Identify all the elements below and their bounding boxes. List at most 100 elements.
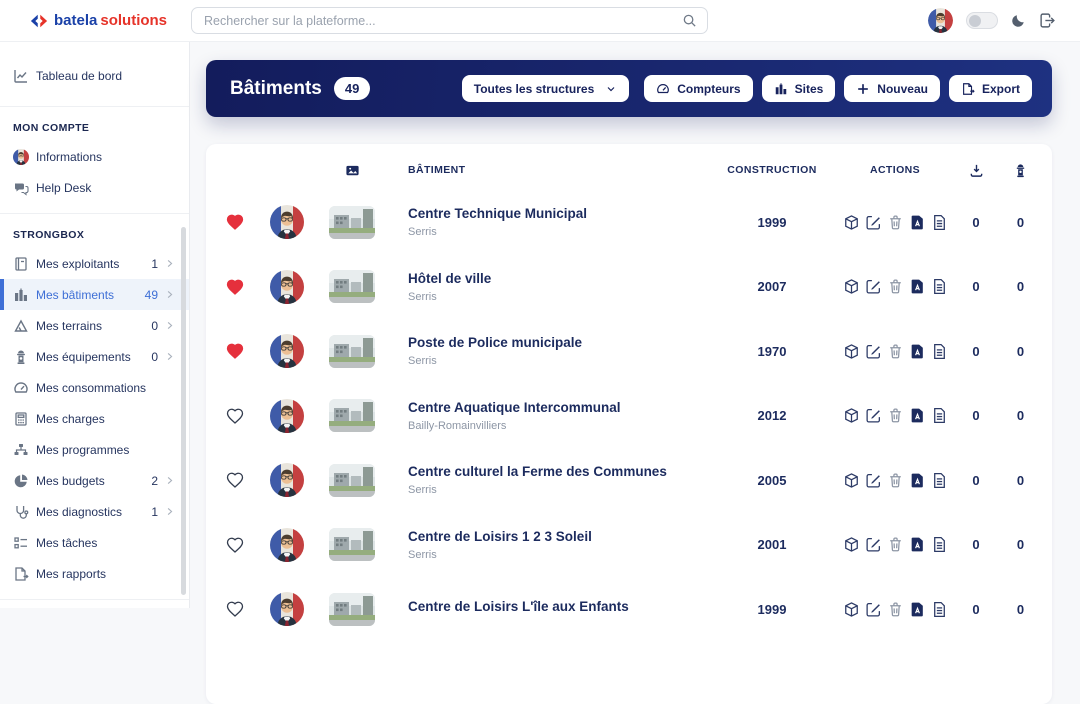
moon-icon[interactable]	[1011, 13, 1026, 28]
trash-icon[interactable]	[887, 472, 904, 489]
building-name[interactable]: Centre Aquatique Intercommunal	[408, 400, 717, 415]
sidebar-item-label: Informations	[36, 150, 102, 164]
cube-icon[interactable]	[843, 214, 860, 231]
sidebar-item-help-desk[interactable]: Help Desk	[0, 172, 189, 203]
search-icon[interactable]	[682, 13, 697, 28]
building-city: Serris	[408, 549, 717, 561]
favorite-button[interactable]	[225, 278, 245, 296]
header-button-compteurs[interactable]: Compteurs	[644, 75, 752, 102]
sidebar-item-mes-taches[interactable]: Mes tâches	[0, 527, 189, 558]
manager-avatar	[264, 205, 310, 239]
building-photo[interactable]	[310, 528, 394, 561]
cube-icon[interactable]	[843, 472, 860, 489]
sidebar-item-mes-rapports[interactable]: Mes rapports	[0, 558, 189, 589]
favorite-button[interactable]	[225, 600, 245, 618]
building-photo[interactable]	[310, 593, 394, 626]
theme-toggle[interactable]	[966, 12, 998, 29]
table-row: Centre culturel la Ferme des Communes Se…	[206, 448, 1052, 513]
favorite-button[interactable]	[225, 471, 245, 489]
trash-icon[interactable]	[887, 601, 904, 618]
trash-icon[interactable]	[887, 278, 904, 295]
sidebar-item-mes-terrains[interactable]: Mes terrains 0	[0, 310, 189, 341]
hydrant-icon[interactable]	[1013, 163, 1028, 178]
search-input[interactable]	[202, 13, 682, 29]
row-actions	[827, 472, 963, 489]
building-photo[interactable]	[310, 464, 394, 497]
building-name[interactable]: Poste de Police municipale	[408, 335, 717, 350]
sidebar-item-mes-consommations[interactable]: Mes consommations	[0, 372, 189, 403]
building-name[interactable]: Centre culturel la Ferme des Communes	[408, 464, 717, 479]
building-photo[interactable]	[310, 399, 394, 432]
sidebar-item-mes-equipements[interactable]: Mes équipements 0	[0, 341, 189, 372]
edit-icon[interactable]	[865, 343, 882, 360]
sidebar-item-mes-programmes[interactable]: Mes programmes	[0, 434, 189, 465]
edit-icon[interactable]	[865, 278, 882, 295]
cube-icon[interactable]	[843, 536, 860, 553]
sidebar-item-mes-diagnostics[interactable]: Mes diagnostics 1	[0, 496, 189, 527]
column-batiment[interactable]: BÂTIMENT	[394, 164, 717, 176]
page-title: Bâtiments 49	[230, 77, 370, 100]
cube-icon[interactable]	[843, 343, 860, 360]
pdf-icon[interactable]	[909, 407, 926, 424]
favorite-button[interactable]	[225, 342, 245, 360]
pdf-icon[interactable]	[909, 601, 926, 618]
document-icon[interactable]	[931, 536, 948, 553]
pdf-icon[interactable]	[909, 536, 926, 553]
brand-logo[interactable]: batelasolutions	[30, 12, 167, 29]
sidebar-item-informations[interactable]: Informations	[0, 141, 189, 172]
cube-icon[interactable]	[843, 278, 860, 295]
sidebar-scrollbar[interactable]	[181, 227, 186, 595]
pdf-icon[interactable]	[909, 214, 926, 231]
building-photo[interactable]	[310, 270, 394, 303]
header-button-icon	[656, 82, 670, 96]
logout-icon[interactable]	[1039, 12, 1056, 29]
cube-icon[interactable]	[843, 407, 860, 424]
document-icon[interactable]	[931, 343, 948, 360]
favorite-button[interactable]	[225, 213, 245, 231]
pdf-icon[interactable]	[909, 472, 926, 489]
document-icon[interactable]	[931, 601, 948, 618]
building-name[interactable]: Centre Technique Municipal	[408, 206, 717, 221]
structures-filter-dropdown[interactable]: Toutes les structures	[462, 75, 629, 102]
document-icon[interactable]	[931, 278, 948, 295]
document-icon[interactable]	[931, 407, 948, 424]
document-icon[interactable]	[931, 472, 948, 489]
building-name[interactable]: Centre de Loisirs 1 2 3 Soleil	[408, 529, 717, 544]
edit-icon[interactable]	[865, 601, 882, 618]
header-button-sites[interactable]: Sites	[762, 75, 836, 102]
building-photo[interactable]	[310, 206, 394, 239]
pdf-icon[interactable]	[909, 278, 926, 295]
pdf-icon[interactable]	[909, 343, 926, 360]
sidebar-item-tableau-de-bord[interactable]: Tableau de bord	[0, 56, 189, 96]
building-photo[interactable]	[310, 335, 394, 368]
trash-icon[interactable]	[887, 536, 904, 553]
favorite-button[interactable]	[225, 536, 245, 554]
document-icon[interactable]	[931, 214, 948, 231]
edit-icon[interactable]	[865, 407, 882, 424]
header-button-export[interactable]: Export	[949, 75, 1032, 102]
sidebar-item-mes-budgets[interactable]: Mes budgets 2	[0, 465, 189, 496]
topbar-right	[928, 8, 1056, 33]
user-avatar[interactable]	[928, 8, 953, 33]
header-button-nouveau[interactable]: Nouveau	[844, 75, 940, 102]
trash-icon[interactable]	[887, 343, 904, 360]
sidebar-item-mes-charges[interactable]: Mes charges	[0, 403, 189, 434]
building-name[interactable]: Hôtel de ville	[408, 271, 717, 286]
global-search	[191, 7, 708, 34]
building-name[interactable]: Centre de Loisirs L'île aux Enfants	[408, 599, 717, 614]
trash-icon[interactable]	[887, 214, 904, 231]
edit-icon[interactable]	[865, 214, 882, 231]
edit-icon[interactable]	[865, 536, 882, 553]
chart-line-icon	[13, 68, 29, 84]
row-actions	[827, 343, 963, 360]
cube-icon[interactable]	[843, 601, 860, 618]
column-construction[interactable]: CONSTRUCTION	[717, 164, 827, 176]
sidebar-item-mes-exploitants[interactable]: Mes exploitants 1	[0, 248, 189, 279]
construction-year: 2012	[717, 408, 827, 423]
sidebar-item-mes-batiments[interactable]: Mes bâtiments 49	[0, 279, 189, 310]
sidebar-item-icon	[13, 256, 29, 272]
favorite-button[interactable]	[225, 407, 245, 425]
edit-icon[interactable]	[865, 472, 882, 489]
download-icon[interactable]	[969, 163, 984, 178]
trash-icon[interactable]	[887, 407, 904, 424]
